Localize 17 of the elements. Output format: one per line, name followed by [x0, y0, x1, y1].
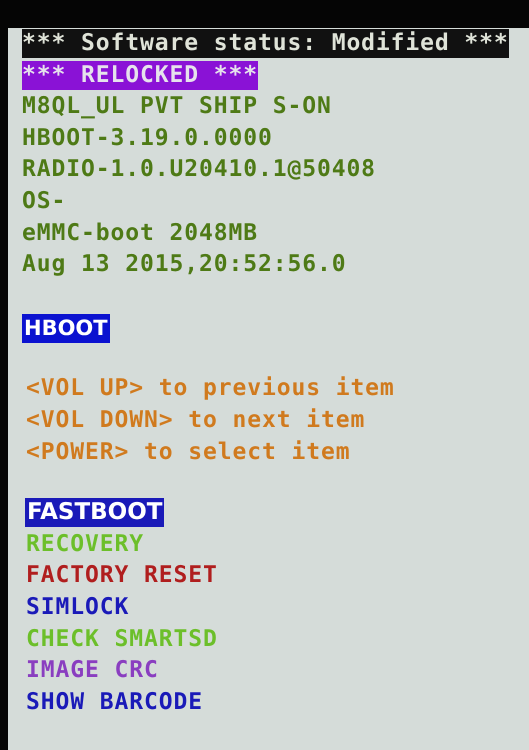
section-title: HBOOT [22, 314, 110, 343]
menu-item[interactable]: FACTORY RESET [26, 561, 218, 590]
info-line: HBOOT-3.19.0.0000 [22, 124, 274, 153]
status-banner: *** Software status: Modified *** [22, 29, 509, 58]
instruction-line: <POWER> to select item [25, 438, 352, 467]
info-line: OS- [22, 186, 68, 216]
menu-item[interactable]: SIMLOCK [26, 592, 130, 622]
menu-item[interactable]: SHOW BARCODE [26, 688, 203, 717]
instruction-line: <VOL UP> to previous item [25, 374, 396, 404]
instruction-line: <VOL DOWN> to next item [25, 406, 366, 435]
info-line: M8QL_UL PVT SHIP S-ON [22, 92, 333, 122]
info-line: RADIO-1.0.U20410.1@50408 [22, 155, 377, 184]
info-line: Aug 13 2015,20:52:56.0 [22, 250, 348, 280]
info-line: eMMC-boot 2048MB [22, 218, 259, 248]
menu-item[interactable]: IMAGE CRC [26, 656, 159, 686]
lock-banner: *** RELOCKED *** [22, 60, 258, 90]
menu-item[interactable]: FASTBOOT [25, 498, 164, 528]
